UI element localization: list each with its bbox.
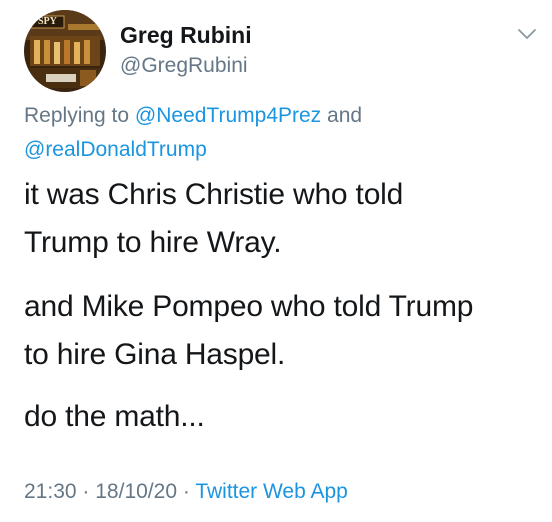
mention-needtrump4prez[interactable]: @NeedTrump4Prez: [135, 104, 321, 127]
replying-to-line: Replying to @NeedTrump4Prez and: [24, 104, 362, 128]
avatar-logo-text: SPY: [38, 16, 57, 27]
avatar[interactable]: SPY: [24, 10, 106, 92]
replying-to-joiner: and: [327, 104, 363, 127]
meta-separator: ·: [182, 480, 190, 503]
chevron-down-icon[interactable]: [516, 26, 538, 42]
tweet-source-link[interactable]: Twitter Web App: [195, 480, 348, 503]
tweet-date[interactable]: 18/10/20: [95, 480, 177, 503]
meta-separator: ·: [82, 480, 90, 503]
avatar-image: [24, 10, 106, 92]
replying-to-line-2: @realDonaldTrump: [24, 138, 207, 162]
author-display-name[interactable]: Greg Rubini: [120, 22, 252, 49]
mention-realdonaldtrump[interactable]: @realDonaldTrump: [24, 138, 207, 161]
tweet-text-line-1: it was Chris Christie who told: [24, 178, 404, 211]
tweet-text-line-5: do the math...: [24, 400, 205, 433]
author-handle[interactable]: @GregRubini: [120, 54, 248, 78]
tweet-card: SPY Greg Rubini @GregRubini Replying to …: [0, 0, 552, 522]
tweet-time[interactable]: 21:30: [24, 480, 77, 503]
tweet-text-line-4: to hire Gina Haspel.: [24, 338, 286, 371]
tweet-meta: 21:30 · 18/10/20 · Twitter Web App: [24, 480, 348, 504]
replying-to-label: Replying to: [24, 104, 130, 127]
tweet-text-line-3: and Mike Pompeo who told Trump: [24, 290, 474, 323]
tweet-text-line-2: Trump to hire Wray.: [24, 226, 282, 259]
